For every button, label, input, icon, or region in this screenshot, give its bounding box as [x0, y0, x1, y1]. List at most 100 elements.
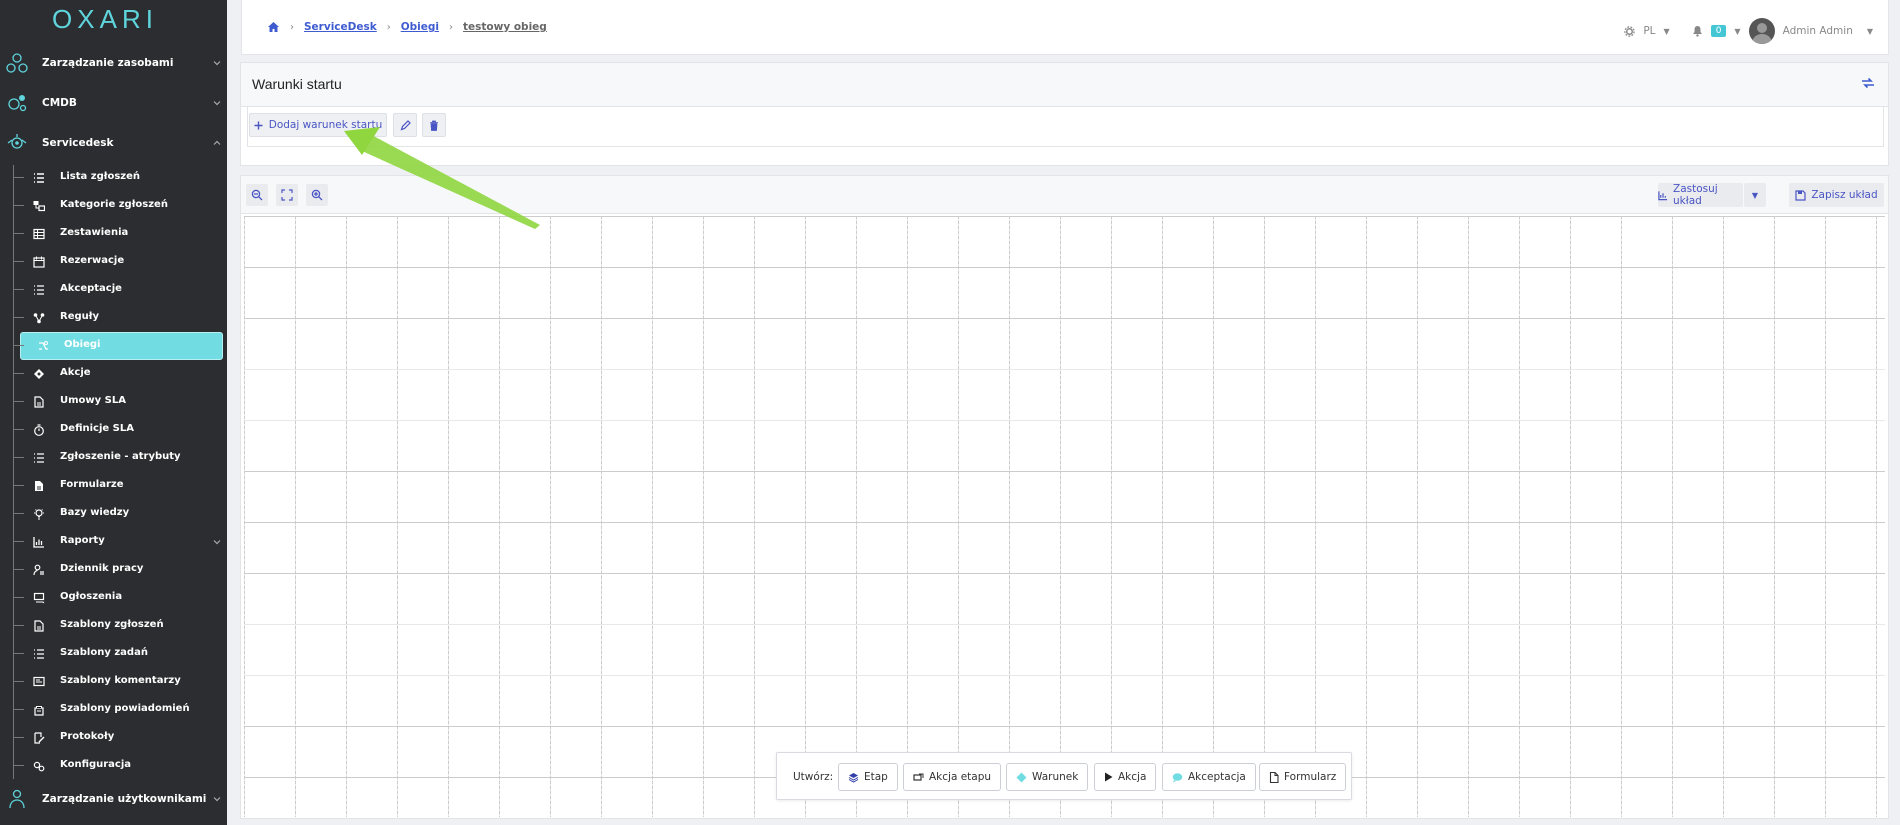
create-akcja-button[interactable]: Akcja — [1094, 763, 1156, 791]
user-name[interactable]: Admin Admin — [1783, 25, 1853, 37]
create-akcja-etapu-button[interactable]: Akcja etapu — [903, 763, 1001, 791]
sidebar-item-szablony-zgloszen[interactable]: Szablony zgłoszeń — [0, 614, 227, 638]
sidebar-item-formularze[interactable]: Formularze — [0, 474, 227, 498]
sidebar-item-label: Rezerwacje — [60, 255, 124, 266]
fullscreen-icon — [281, 189, 293, 201]
caret-down-icon[interactable]: ▼ — [1867, 27, 1873, 36]
worklog-icon — [33, 564, 45, 576]
sidebar-item-label: Obiegi — [64, 339, 100, 350]
sidebar-item-label: Lista zgłoszeń — [60, 171, 140, 182]
create-palette: Utwórz: Etap Akcja etapu Warunek Akcja A… — [776, 752, 1352, 800]
chart-icon — [33, 536, 45, 548]
sidebar-section-cmdb[interactable]: CMDB — [0, 83, 227, 123]
create-akceptacja-label: Akceptacja — [1188, 771, 1246, 783]
sidebar-item-akcje[interactable]: Akcje — [0, 362, 227, 386]
sidebar-item-szablony-powiadomien[interactable]: Szablony powiadomień — [0, 698, 227, 722]
chevron-down-icon — [213, 99, 221, 107]
chevron-up-icon — [213, 139, 221, 147]
sidebar-item-protokoly[interactable]: Protokoły — [0, 726, 227, 750]
save-layout-button[interactable]: Zapisz układ — [1789, 183, 1884, 207]
sidebar-item-rezerwacje[interactable]: Rezerwacje — [0, 250, 227, 274]
refresh-icon[interactable] — [1858, 73, 1878, 93]
sidebar-item-szablony-zadan[interactable]: Szablony zadań — [0, 642, 227, 666]
breadcrumb-link-obiegi[interactable]: Obiegi — [401, 21, 439, 33]
sidebar-item-umowy-sla[interactable]: Umowy SLA — [0, 390, 227, 414]
sidebar-item-label: Akceptacje — [60, 283, 122, 294]
breadcrumb: › ServiceDesk › Obiegi › testowy obieg — [267, 21, 547, 33]
settings-icon[interactable] — [1624, 26, 1635, 37]
assets-icon — [6, 52, 28, 74]
attributes-icon — [33, 452, 45, 464]
chevron-down-icon — [213, 795, 221, 803]
sidebar-item-zestawienia[interactable]: Zestawienia — [0, 222, 227, 246]
create-warunek-button[interactable]: Warunek — [1006, 763, 1088, 791]
sidebar-item-obiegi[interactable]: Obiegi — [0, 334, 227, 358]
sidebar-item-kategorie-zgloszen[interactable]: Kategorie zgłoszeń — [0, 194, 227, 218]
sidebar-item-label: Zestawienia — [60, 227, 128, 238]
tasks-icon — [33, 648, 45, 660]
fit-screen-button[interactable] — [276, 184, 298, 206]
bulb-icon — [33, 508, 45, 520]
bell-icon[interactable] — [1692, 25, 1703, 37]
notification-badge[interactable]: 0 — [1711, 25, 1727, 37]
sidebar-item-akceptacje[interactable]: Akceptacje — [0, 278, 227, 302]
sidebar-item-ogloszenia[interactable]: Ogłoszenia — [0, 586, 227, 610]
breadcrumb-link-servicedesk[interactable]: ServiceDesk — [304, 21, 377, 33]
sidebar-item-label: Akcje — [60, 367, 91, 378]
table-icon — [33, 228, 45, 240]
create-akcja-etapu-label: Akcja etapu — [929, 771, 991, 783]
workflow-editor-panel: Zastosuj układ ▼ Zapisz układ — [240, 175, 1889, 819]
sidebar-item-definicje-sla[interactable]: Definicje SLA — [0, 418, 227, 442]
sidebar-item-dziennik-pracy[interactable]: Dziennik pracy — [0, 558, 227, 582]
list-icon — [33, 172, 45, 184]
create-formularz-button[interactable]: Formularz — [1259, 763, 1346, 791]
caret-down-icon[interactable]: ▼ — [1664, 27, 1670, 36]
protocol-icon — [33, 732, 45, 744]
categories-icon — [33, 200, 45, 212]
sidebar-item-label: Dziennik pracy — [60, 563, 143, 574]
create-akceptacja-button[interactable]: Akceptacja — [1162, 763, 1256, 791]
workflow-icon — [37, 340, 49, 352]
zoom-out-button[interactable] — [246, 184, 268, 206]
panel-header: Warunki startu — [241, 63, 1888, 107]
create-akcja-label: Akcja — [1118, 771, 1146, 783]
create-etap-button[interactable]: Etap — [838, 763, 898, 791]
sidebar-item-label: Umowy SLA — [60, 395, 126, 406]
language-selector[interactable]: PL — [1643, 25, 1655, 37]
sidebar-item-label: Raporty — [60, 535, 105, 546]
notification-template-icon — [33, 704, 45, 716]
servicedesk-icon — [6, 132, 28, 154]
apply-layout-button[interactable]: Zastosuj układ — [1658, 183, 1743, 207]
sidebar-item-label: Definicje SLA — [60, 423, 134, 434]
sidebar-item-raporty[interactable]: Raporty — [0, 530, 227, 554]
zoom-in-button[interactable] — [306, 184, 328, 206]
caret-down-icon[interactable]: ▼ — [1734, 27, 1740, 36]
sidebar-item-zgloszenie-atrybuty[interactable]: Zgłoszenie - atrybuty — [0, 446, 227, 470]
sidebar-item-szablony-komentarzy[interactable]: Szablony komentarzy — [0, 670, 227, 694]
breadcrumb-separator: › — [449, 22, 453, 33]
annotation-arrow — [340, 125, 550, 230]
sidebar-item-reguly[interactable]: Reguły — [0, 306, 227, 330]
sidebar-section-users[interactable]: Zarządzanie użytkownikami — [0, 779, 227, 819]
apply-layout-dropdown[interactable]: ▼ — [1744, 183, 1766, 207]
avatar[interactable] — [1749, 18, 1775, 44]
sidebar: OXARI Zarządzanie zasobami CMDB Serviced… — [0, 0, 227, 825]
home-icon[interactable] — [267, 21, 280, 33]
form-icon — [33, 480, 45, 492]
sidebar-item-label: Bazy wiedzy — [60, 507, 129, 518]
sidebar-item-bazy-wiedzy[interactable]: Bazy wiedzy — [0, 502, 227, 526]
sidebar-section-assets[interactable]: Zarządzanie zasobami — [0, 43, 227, 83]
sidebar-section-label: CMDB — [42, 97, 77, 109]
users-icon — [6, 788, 28, 810]
sidebar-item-lista-zgloszen[interactable]: Lista zgłoszeń — [0, 166, 227, 190]
workflow-canvas[interactable] — [244, 216, 1885, 817]
cmdb-icon — [6, 92, 28, 114]
document-icon — [33, 396, 45, 408]
sidebar-item-label: Szablony powiadomień — [60, 703, 190, 714]
sidebar-section-servicedesk[interactable]: Servicedesk — [0, 123, 227, 163]
app-logo[interactable]: OXARI — [0, 0, 210, 40]
sidebar-item-konfiguracja[interactable]: Konfiguracja — [0, 754, 227, 778]
sidebar-item-label: Kategorie zgłoszeń — [60, 199, 168, 210]
sidebar-item-label: Zgłoszenie - atrybuty — [60, 451, 181, 462]
sidebar-item-label: Szablony komentarzy — [60, 675, 181, 686]
